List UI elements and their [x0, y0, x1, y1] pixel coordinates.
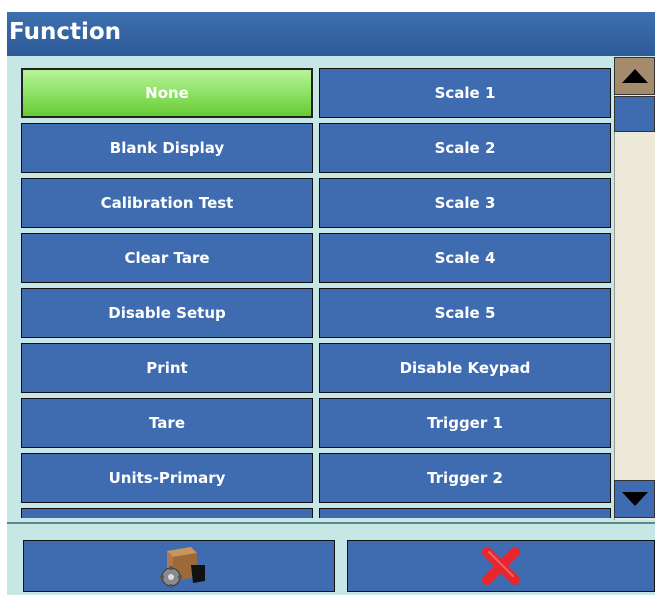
exit-softkey[interactable] — [23, 540, 335, 592]
window-title: Function — [7, 12, 655, 56]
function-button-scale-1[interactable]: Scale 1 — [319, 68, 611, 118]
function-button-scale-3[interactable]: Scale 3 — [319, 178, 611, 228]
function-button-disable-keypad[interactable]: Disable Keypad — [319, 343, 611, 393]
red-x-cancel-icon — [482, 547, 520, 585]
function-button-units-primary[interactable]: Units-Primary — [21, 453, 313, 503]
function-button-partial-left[interactable] — [21, 508, 313, 518]
scroll-down-button[interactable] — [614, 480, 655, 518]
function-button-clear-tare[interactable]: Clear Tare — [21, 233, 313, 283]
triangle-down-icon — [621, 492, 648, 506]
scrollbar-thumb[interactable] — [614, 96, 655, 132]
scroll-up-button[interactable] — [614, 57, 655, 95]
function-button-scale-2[interactable]: Scale 2 — [319, 123, 611, 173]
function-grid: None Scale 1 Blank Display Scale 2 Calib… — [21, 68, 614, 518]
function-button-partial-right[interactable] — [319, 508, 611, 518]
function-button-disable-setup[interactable]: Disable Setup — [21, 288, 313, 338]
function-button-blank-display[interactable]: Blank Display — [21, 123, 313, 173]
function-button-trigger-2[interactable]: Trigger 2 — [319, 453, 611, 503]
function-button-none[interactable]: None — [21, 68, 313, 118]
function-button-print[interactable]: Print — [21, 343, 313, 393]
exit-box-gear-icon — [160, 547, 205, 588]
function-button-calibration-test[interactable]: Calibration Test — [21, 178, 313, 228]
function-window: Function None Scale 1 Blank Display Scal… — [7, 12, 655, 595]
cancel-softkey[interactable] — [347, 540, 655, 592]
function-button-trigger-1[interactable]: Trigger 1 — [319, 398, 611, 448]
triangle-up-icon — [621, 69, 648, 83]
function-button-tare[interactable]: Tare — [21, 398, 313, 448]
function-button-scale-4[interactable]: Scale 4 — [319, 233, 611, 283]
function-button-scale-5[interactable]: Scale 5 — [319, 288, 611, 338]
